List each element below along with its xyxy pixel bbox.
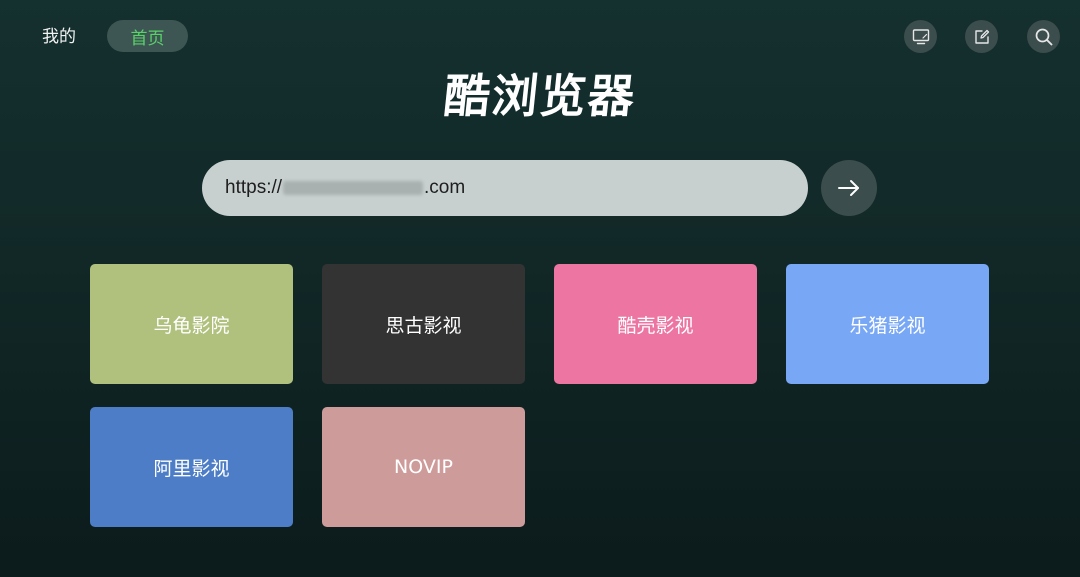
tile-wugui[interactable]: 乌龟影院 — [90, 264, 293, 384]
nav-mine[interactable]: 我的 — [42, 25, 76, 49]
tile-label: 乐猪影视 — [849, 314, 926, 337]
arrow-right-icon — [838, 180, 859, 196]
url-redacted — [283, 181, 424, 195]
tile-label: 思古影视 — [385, 314, 462, 337]
tile-novip[interactable]: NOVIP — [322, 407, 525, 527]
url-input[interactable]: https:// .com — [202, 160, 808, 216]
edit-icon — [974, 29, 989, 44]
tile-label: 阿里影视 — [153, 457, 230, 480]
cast-screen-icon — [912, 28, 929, 44]
url-suffix: .com — [424, 177, 466, 198]
go-button[interactable] — [821, 160, 877, 216]
app-title: 酷浏览器 — [441, 69, 639, 123]
url-prefix: https:// — [225, 177, 283, 198]
search-icon — [1035, 28, 1052, 45]
url-text: https:// .com — [225, 177, 465, 199]
nav-home-tab[interactable]: 首页 — [107, 20, 188, 52]
tile-label: 酷壳影视 — [617, 314, 694, 337]
tile-label: 乌龟影院 — [153, 314, 230, 337]
tile-lezhu[interactable]: 乐猪影视 — [786, 264, 989, 384]
cast-screen-button[interactable] — [904, 20, 937, 53]
nav-home-label: 首页 — [130, 28, 165, 49]
search-button[interactable] — [1027, 20, 1060, 53]
tile-sigu[interactable]: 思古影视 — [322, 264, 525, 384]
tile-label: NOVIP — [394, 456, 453, 478]
tile-kuke[interactable]: 酷壳影视 — [554, 264, 757, 384]
tile-ali[interactable]: 阿里影视 — [90, 407, 293, 527]
edit-button[interactable] — [965, 20, 998, 53]
